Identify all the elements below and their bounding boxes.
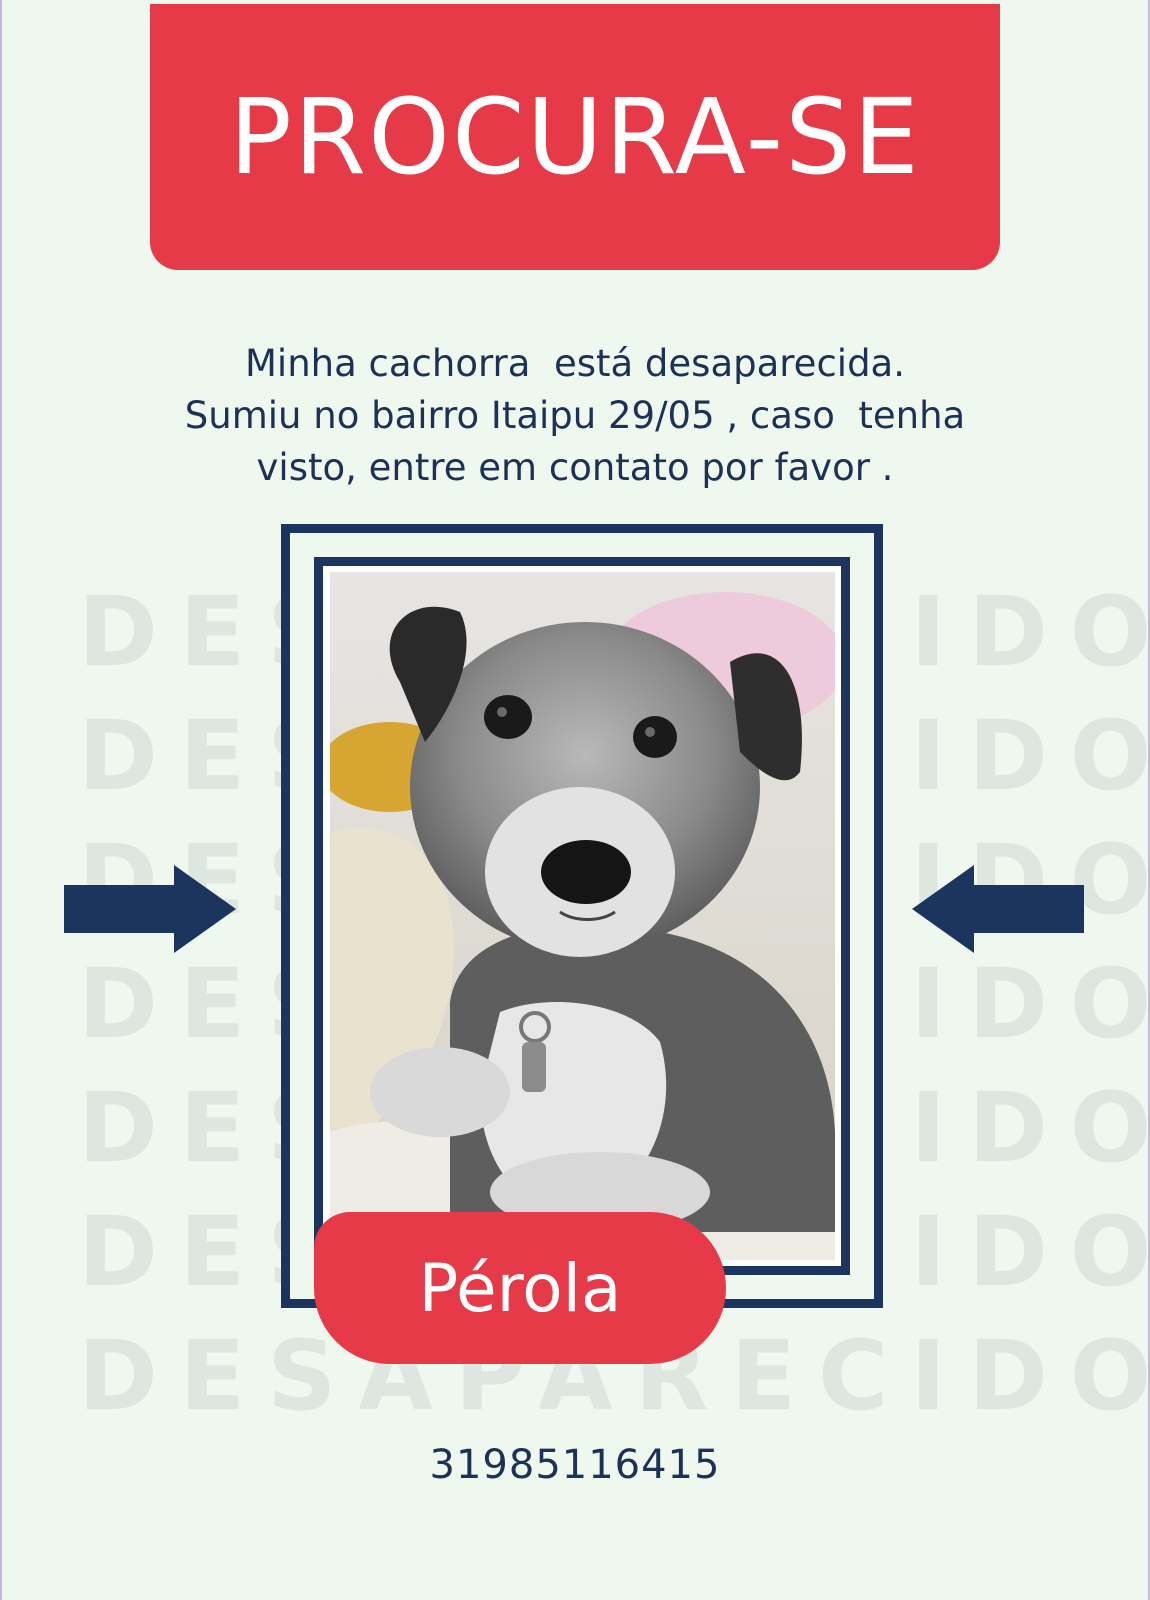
pet-name-badge: Pérola	[314, 1212, 726, 1364]
header-banner: PROCURA-SE	[150, 4, 1000, 270]
arrow-right-icon	[64, 865, 236, 953]
pet-name: Pérola	[418, 1249, 622, 1327]
missing-message: Minha cachorra está desaparecida. Sumiu …	[150, 338, 1000, 494]
message-line: Minha cachorra está desaparecida.	[244, 342, 905, 385]
page-title: PROCURA-SE	[229, 76, 921, 198]
message-line: Sumiu no bairro Itaipu 29/05 , caso tenh…	[184, 394, 966, 437]
arrow-left-icon	[912, 865, 1084, 953]
message-line: visto, entre em contato por favor .	[256, 446, 894, 489]
dog-illustration	[330, 572, 835, 1260]
contact-phone[interactable]: 31985116415	[0, 1442, 1150, 1488]
missing-pet-poster: DESAPARECIDO DESAPARECIDO DESAPARECIDO D…	[0, 0, 1150, 1600]
dog-photo	[330, 572, 835, 1260]
